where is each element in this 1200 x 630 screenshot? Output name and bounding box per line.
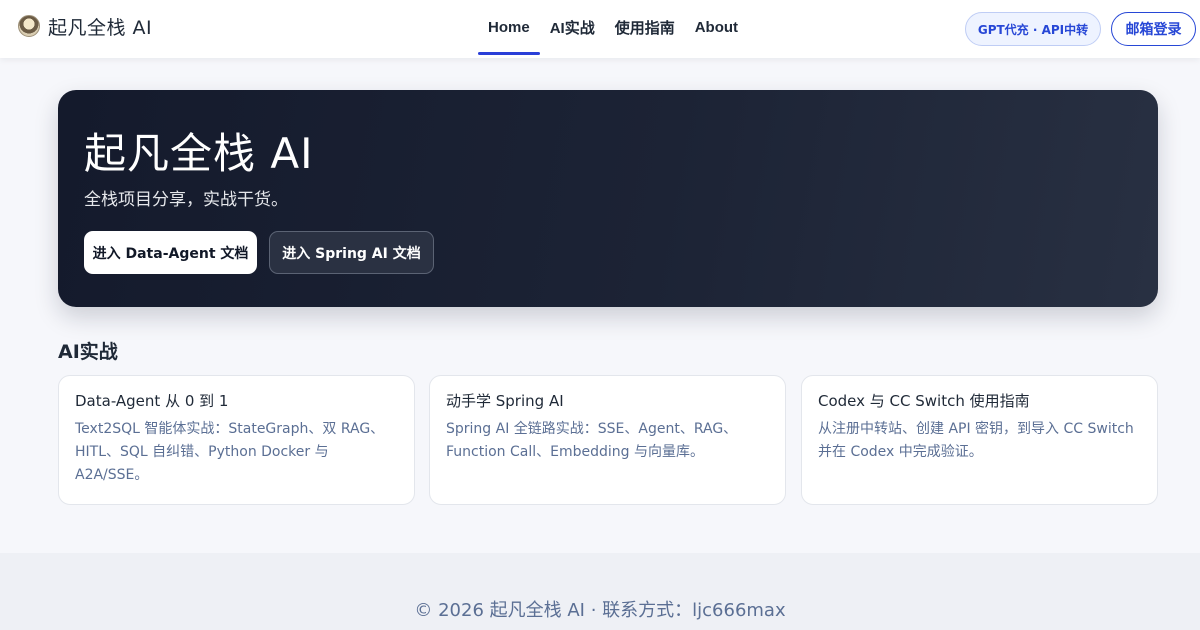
- top-navbar: 起凡全栈 AI Home AI实战 使用指南 About GPT代充 · API…: [0, 0, 1200, 58]
- card-title: 动手学 Spring AI: [446, 392, 564, 410]
- section-title: AI实战: [58, 341, 118, 363]
- spring-ai-docs-button[interactable]: 进入 Spring AI 文档: [269, 231, 434, 274]
- card-description: Text2SQL 智能体实战：StateGraph、双 RAG、HITL、SQL…: [75, 421, 385, 483]
- card-description: 从注册中转站、创建 API 密钥，到导入 CC Switch 并在 Codex …: [818, 421, 1134, 460]
- nav-about[interactable]: About: [685, 0, 748, 55]
- nav-guide[interactable]: 使用指南: [605, 0, 685, 55]
- hero-title: 起凡全栈 AI: [84, 129, 314, 178]
- portrait-logo-icon: [18, 15, 40, 37]
- card-title: Data-Agent 从 0 到 1: [75, 392, 229, 410]
- hero-banner: 起凡全栈 AI 全栈项目分享，实战干货。 进入 Data-Agent 文档 进入…: [58, 90, 1158, 307]
- footer-copyright: © 2026 起凡全栈 AI · 联系方式：ljc666max: [414, 600, 786, 621]
- nav-home[interactable]: Home: [478, 0, 540, 55]
- email-login-button[interactable]: 邮箱登录: [1111, 12, 1196, 46]
- card-spring-ai[interactable]: 动手学 Spring AI Spring AI 全链路实战：SSE、Agent、…: [429, 375, 786, 505]
- page-footer: © 2026 起凡全栈 AI · 联系方式：ljc666max: [0, 553, 1200, 630]
- brand-link[interactable]: 起凡全栈 AI: [18, 12, 152, 40]
- nav-ai-practice[interactable]: AI实战: [540, 0, 605, 55]
- data-agent-docs-button[interactable]: 进入 Data-Agent 文档: [84, 231, 257, 274]
- brand-name: 起凡全栈 AI: [48, 16, 153, 39]
- card-description: Spring AI 全链路实战：SSE、Agent、RAG、Function C…: [446, 421, 738, 460]
- card-data-agent[interactable]: Data-Agent 从 0 到 1 Text2SQL 智能体实战：StateG…: [58, 375, 415, 505]
- main-nav: Home AI实战 使用指南 About: [478, 0, 748, 58]
- hero-subtitle: 全栈项目分享，实战干货。: [84, 190, 288, 210]
- card-title: Codex 与 CC Switch 使用指南: [818, 392, 1030, 410]
- gpt-recharge-button[interactable]: GPT代充 · API中转: [965, 12, 1101, 46]
- card-codex-guide[interactable]: Codex 与 CC Switch 使用指南 从注册中转站、创建 API 密钥，…: [801, 375, 1158, 505]
